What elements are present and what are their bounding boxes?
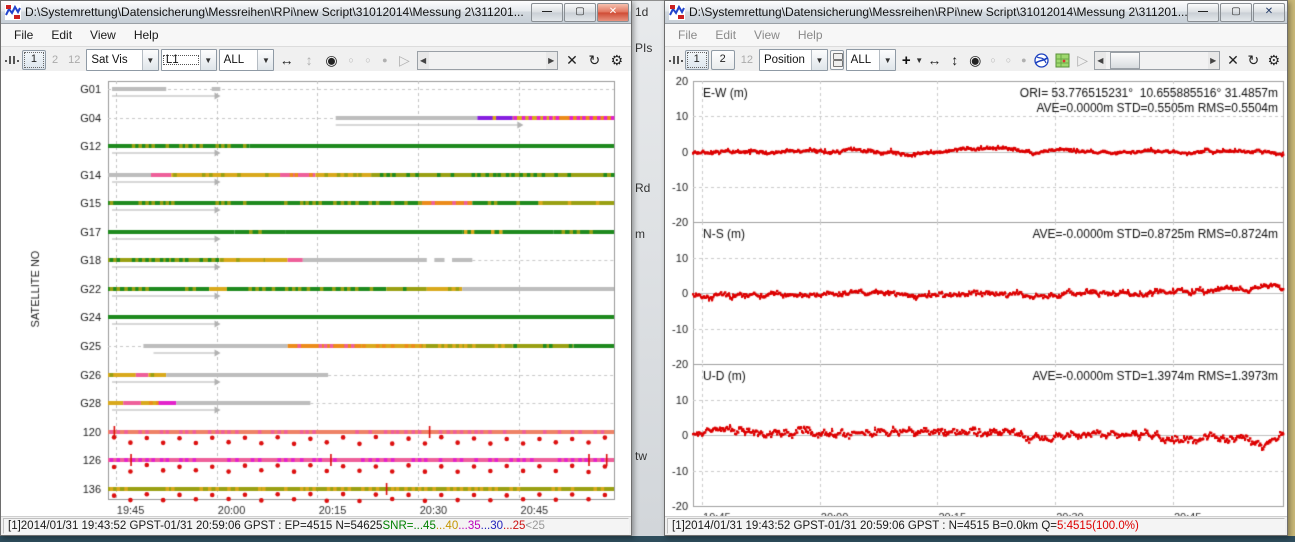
menu-bar: FileEditViewHelp <box>1 24 631 47</box>
satellite-filter-select[interactable]: ALL▼ <box>846 49 897 71</box>
status-bar: [1]2014/01/31 19:43:52 GPST-01/31 20:59:… <box>1 516 631 535</box>
reload-button[interactable]: ↻ <box>584 50 604 70</box>
status-segment: ...30 <box>481 519 503 533</box>
toolbar-drag-grip[interactable] <box>5 54 18 66</box>
google-earth-button[interactable] <box>1033 50 1051 70</box>
menu-file[interactable]: File <box>669 26 706 44</box>
map-view-button[interactable] <box>1053 50 1071 70</box>
menu-view[interactable]: View <box>745 26 789 44</box>
reload-button[interactable]: ↻ <box>1244 50 1262 70</box>
close-button[interactable]: ✕ <box>597 3 629 22</box>
animate-button[interactable]: ▷ <box>394 50 414 70</box>
view-panel-1-button[interactable]: 1 <box>685 50 709 70</box>
menu-help[interactable]: Help <box>789 26 832 44</box>
rtkplot-window-satvis: D:\Systemrettung\Datensicherung\Messreih… <box>0 0 632 536</box>
chevron-down-icon: ▼ <box>811 50 827 70</box>
menu-view[interactable]: View <box>81 26 125 44</box>
marker-size-3-button[interactable]: ● <box>377 50 392 70</box>
view-panel-1-button[interactable]: 1 <box>22 50 46 70</box>
menu-file[interactable]: File <box>5 26 42 44</box>
status-segment: ...25 <box>503 519 525 533</box>
toolbar: 1212Position▼ALL▼+▼↔↕◉○○●▷◀▶✕↻⚙ <box>665 47 1287 74</box>
menu-bar: FileEditViewHelp <box>665 24 1287 47</box>
fit-vertical-button[interactable]: ↕ <box>299 50 319 70</box>
status-segment: SNR=...45 <box>382 519 435 533</box>
chevron-down-icon: ▼ <box>915 56 923 65</box>
marker-size-2-button[interactable]: ○ <box>1002 50 1015 70</box>
chevron-down-icon: ▼ <box>257 50 273 70</box>
minimize-button[interactable]: — <box>1187 3 1219 22</box>
fit-horizontal-button[interactable]: ↔ <box>276 50 296 70</box>
view-panel-12-button[interactable]: 12 <box>64 54 84 66</box>
center-origin-button[interactable]: ◉ <box>966 50 984 70</box>
status-segment: <25 <box>525 519 545 533</box>
background-window-text: 1d <box>635 5 648 19</box>
minimize-button[interactable]: — <box>531 3 563 22</box>
marker-size-1-button[interactable]: ○ <box>344 50 359 70</box>
title-bar[interactable]: D:\Systemrettung\Datensicherung\Messreih… <box>1 1 631 24</box>
title-bar[interactable]: D:\Systemrettung\Datensicherung\Messreih… <box>665 1 1287 24</box>
time-scrollbar[interactable]: ◀▶ <box>417 51 558 70</box>
fit-vertical-button[interactable]: ↕ <box>946 50 964 70</box>
menu-edit[interactable]: Edit <box>42 26 81 44</box>
animate-button[interactable]: ▷ <box>1073 50 1091 70</box>
app-icon <box>669 4 685 20</box>
position-plot[interactable] <box>665 71 1287 517</box>
status-segment: [1]2014/01/31 19:43:52 GPST-01/31 20:59:… <box>8 519 382 533</box>
status-segment: [1]2014/01/31 19:43:52 GPST-01/31 20:59:… <box>672 519 1057 533</box>
background-window-text: tw <box>635 449 647 463</box>
marker-size-3-button[interactable]: ● <box>1017 50 1030 70</box>
desktop-right-sliver <box>1288 0 1295 542</box>
scroll-right-arrow[interactable]: ▶ <box>546 52 557 69</box>
toolbar-drag-grip[interactable] <box>669 54 681 66</box>
center-origin-button[interactable]: ◉ <box>321 50 341 70</box>
clear-plot-button[interactable]: ✕ <box>1224 50 1242 70</box>
satellite-filter-select[interactable]: ALL▼ <box>219 49 275 71</box>
clear-plot-button[interactable]: ✕ <box>562 50 582 70</box>
status-segment: 5:4515(100.0%) <box>1057 519 1139 533</box>
background-window-text: PIs <box>635 41 652 55</box>
desktop: 1d PIs Rd m tw D:\Systemrettung\Datensicheru… <box>0 0 1295 542</box>
chevron-down-icon: ▼ <box>142 50 158 70</box>
chevron-down-icon: ▼ <box>879 50 895 70</box>
marker-size-2-button[interactable]: ○ <box>361 50 376 70</box>
menu-help[interactable]: Help <box>125 26 168 44</box>
toolbar: 1212Sat Vis▼L1▼ALL▼↔↕◉○○●▷◀▶✕↻⚙ <box>1 47 631 74</box>
plot-type-select[interactable]: Position▼ <box>759 49 828 71</box>
scroll-left-arrow[interactable]: ◀ <box>1095 52 1106 69</box>
time-scrollbar[interactable]: ◀▶ <box>1094 51 1220 70</box>
close-button[interactable]: ✕ <box>1253 3 1285 22</box>
frequency-select[interactable]: L1▼ <box>161 49 217 71</box>
menu-edit[interactable]: Edit <box>706 26 745 44</box>
scrollbar-thumb[interactable] <box>1110 52 1140 69</box>
options-button[interactable]: ⚙ <box>1265 50 1283 70</box>
split-view-button[interactable] <box>830 50 844 70</box>
fit-horizontal-button[interactable]: ↔ <box>925 50 943 70</box>
plot-type-select[interactable]: Sat Vis▼ <box>86 49 159 71</box>
window-title: D:\Systemrettung\Datensicherung\Messreih… <box>25 5 531 19</box>
status-text: [1]2014/01/31 19:43:52 GPST-01/31 20:59:… <box>3 518 629 534</box>
maximize-button[interactable]: ▢ <box>564 3 596 22</box>
marker-size-1-button[interactable]: ○ <box>986 50 999 70</box>
options-button[interactable]: ⚙ <box>607 50 627 70</box>
view-panel-2-button[interactable]: 2 <box>48 54 62 66</box>
status-bar: [1]2014/01/31 19:43:52 GPST-01/31 20:59:… <box>665 516 1287 535</box>
scroll-right-arrow[interactable]: ▶ <box>1208 52 1219 69</box>
background-window-text: m <box>635 227 645 241</box>
chevron-down-icon: ▼ <box>200 50 216 70</box>
maximize-button[interactable]: ▢ <box>1220 3 1252 22</box>
status-segment: ...40 <box>436 519 458 533</box>
view-panel-2-button[interactable]: 2 <box>711 50 735 70</box>
view-panel-12-button[interactable]: 12 <box>737 54 757 66</box>
window-title: D:\Systemrettung\Datensicherung\Messreih… <box>689 5 1187 19</box>
status-text: [1]2014/01/31 19:43:52 GPST-01/31 20:59:… <box>667 518 1285 534</box>
taskbar-edge <box>0 536 1295 542</box>
app-icon <box>5 4 21 20</box>
rtkplot-window-position: D:\Systemrettung\Datensicherung\Messreih… <box>664 0 1288 536</box>
cursor-crosshair-button[interactable]: +▼ <box>898 52 923 69</box>
status-segment: ...35 <box>458 519 480 533</box>
satellite-visibility-plot[interactable] <box>1 71 631 517</box>
scroll-left-arrow[interactable]: ◀ <box>418 52 429 69</box>
background-window-text: Rd <box>635 181 650 195</box>
